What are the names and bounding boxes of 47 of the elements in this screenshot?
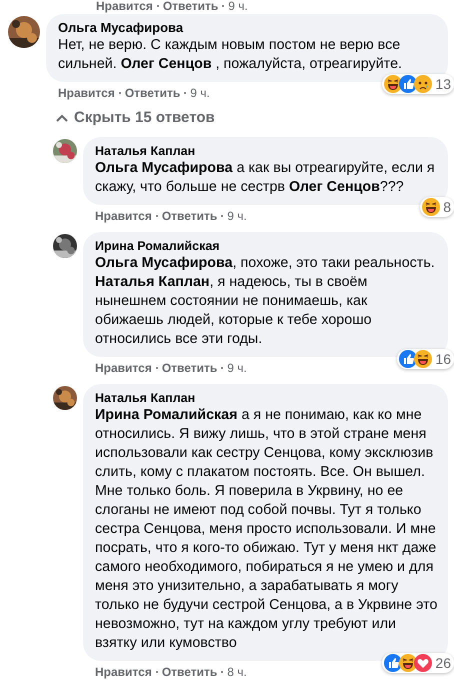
- comment-time: 9 ч.: [228, 0, 248, 12]
- chevron-icon: [56, 114, 68, 122]
- separator-dot: [184, 92, 186, 94]
- reaction-count: 13: [435, 76, 451, 92]
- reaction-count: 8: [443, 199, 451, 215]
- separator-dot: [118, 92, 121, 94]
- like-link[interactable]: Нравится: [95, 208, 152, 224]
- reply-link[interactable]: Ответить: [162, 0, 218, 12]
- like-link[interactable]: Нравится: [95, 360, 152, 376]
- comment-time: 9 ч.: [227, 360, 247, 376]
- comment-time: 9 ч.: [190, 85, 210, 101]
- comment-time: 8 ч.: [227, 664, 247, 680]
- sad-reaction-icon: [414, 75, 432, 93]
- separator-dot: [221, 215, 224, 217]
- haha-reaction-icon: [414, 350, 432, 368]
- reply-link[interactable]: Ответить: [162, 360, 218, 376]
- reply-link[interactable]: Ответить: [162, 208, 218, 224]
- reaction-count: 26: [435, 655, 451, 671]
- separator-dot: [156, 671, 158, 673]
- like-link[interactable]: Нравится: [95, 664, 152, 680]
- reply-link[interactable]: Ответить: [162, 664, 218, 680]
- comment-text: Нет, не верю. С каждым новым постом не верю все сильней. Олег Сенцов , пожалуйста, отреагируйте.: [58, 36, 403, 74]
- comment-author[interactable]: Ирина Ромалийская: [95, 238, 438, 254]
- comment-text: Ирина Ромалийская а я не понимаю, как ко мне относились. Я вижу лишь, что в этой стране меня использовали как сестру Сенцова, кому эксклюзив слить, кому с плакатом постоять. Все. Он вышел. Мне только боль. Я поверила в Укрвину, но ее слоганы не имеют под собой почвы. Тут я только сестра Сенцова, меня просто использовали. И мне посрать, что я кого-то обижаю. Тут у меня нкт даже самого необходимого, побираться я не умею и для меня это унизительно, а зарабатывать я могу только не будучи сестрой Сенцова, а в Укрвине это невозможно, тут на каждом углу требуют или взятку или кумовство: [95, 406, 438, 653]
- reaction-count: 16: [435, 351, 451, 367]
- comment-text: Ольга Мусафирова, похоже, это таки реальность. Наталья Каплан, я надеюсь, ты в своём нынешнем состоянии не понимаешь, как обижаешь людей, которые к тебе хорошо относились все эти годы.: [95, 254, 436, 349]
- reply-link[interactable]: Ответить: [124, 85, 180, 101]
- reactions-summary[interactable]: 8: [420, 197, 454, 217]
- separator-dot: [221, 671, 224, 673]
- hide-replies-button[interactable]: Скрыть 15 ответов: [56, 109, 215, 126]
- separator-dot: [222, 5, 224, 7]
- comment-author[interactable]: Наталья Каплан: [95, 143, 438, 159]
- separator-dot: [221, 367, 224, 369]
- love-reaction-icon: [414, 654, 432, 672]
- comment-author[interactable]: Наталья Каплан: [95, 390, 438, 406]
- separator-dot: [156, 5, 159, 7]
- like-link[interactable]: Нравится: [58, 85, 115, 101]
- comment-time: 9 ч.: [227, 208, 247, 224]
- like-link[interactable]: Нравится: [96, 0, 153, 12]
- comment-author[interactable]: Ольга Мусафирова: [58, 20, 438, 36]
- reactions-summary[interactable]: 16: [397, 349, 454, 369]
- separator-dot: [156, 215, 158, 217]
- comment-text: Ольга Мусафирова а как вы отреагируйте, если я скажу, что больше не сестрв Олег Сенцов???: [95, 159, 436, 197]
- reactions-summary[interactable]: 13: [382, 74, 454, 94]
- separator-dot: [156, 367, 158, 369]
- haha-reaction-icon: [422, 198, 440, 216]
- reactions-summary[interactable]: 26: [382, 653, 454, 673]
